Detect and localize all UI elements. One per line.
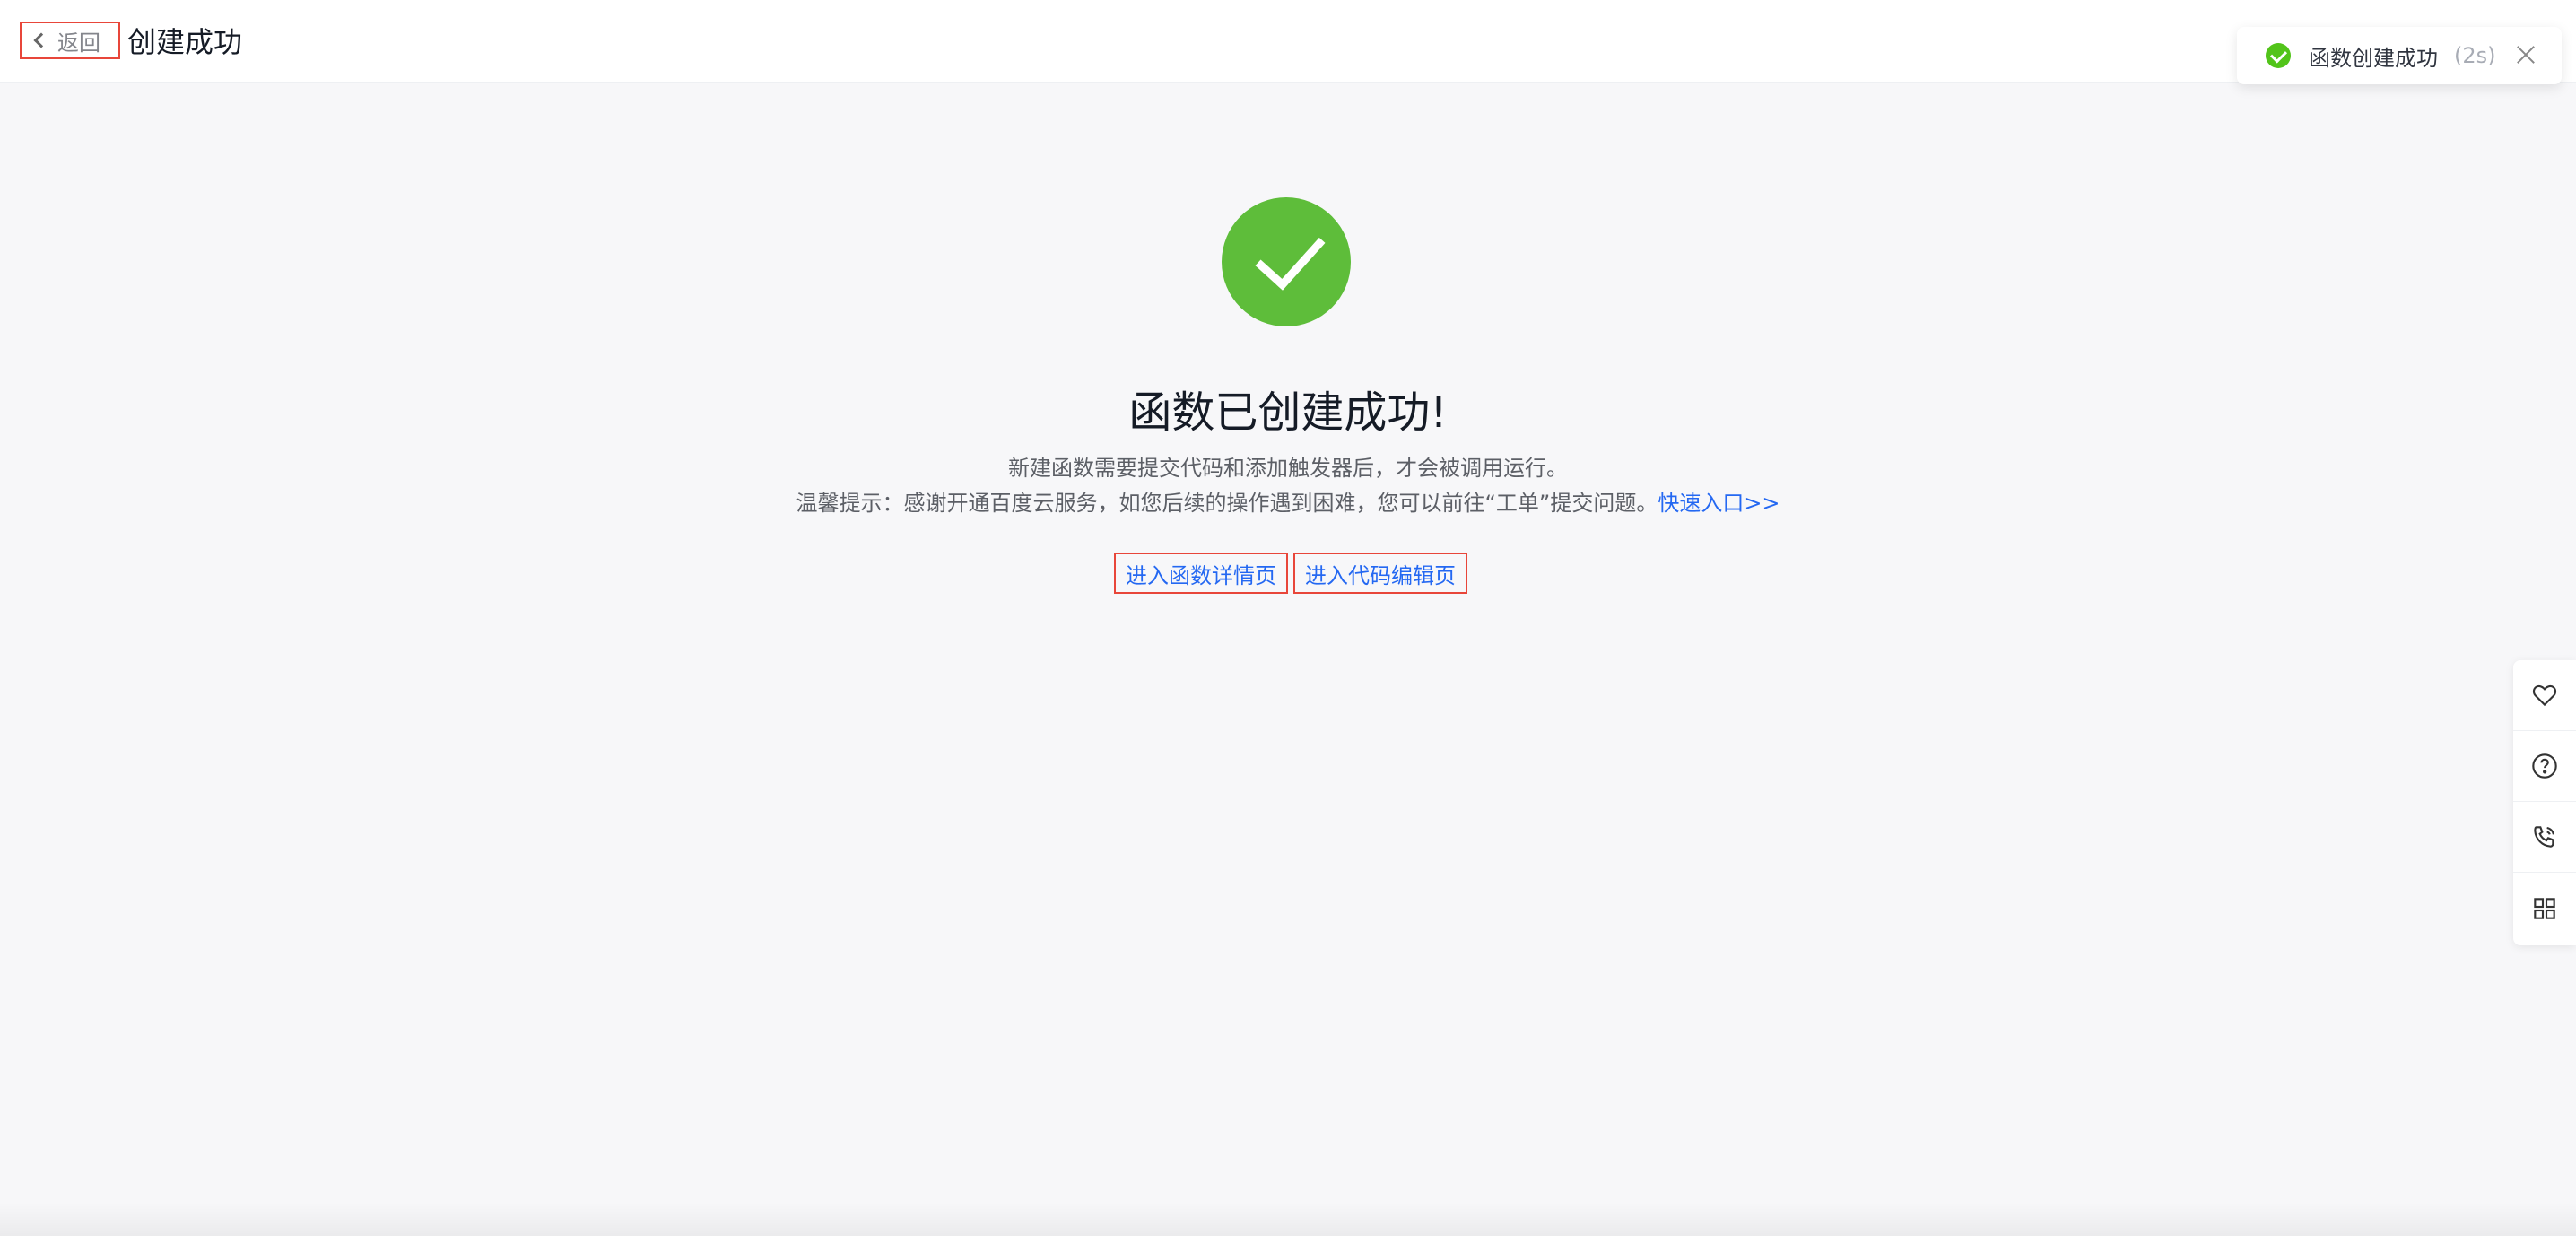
tip-text: 温馨提示：感谢开通百度云服务，如您后续的操作遇到困难，您可以前往“工单”提交问题… — [796, 491, 1658, 516]
page-header: 返回 创建成功 — [0, 0, 2576, 83]
success-description: 新建函数需要提交代码和添加触发器后，才会被调用运行。 — [1008, 456, 1568, 481]
side-item-favorite[interactable] — [2513, 660, 2576, 731]
heart-icon — [2532, 684, 2557, 707]
success-toast: 函数创建成功 (2s) — [2237, 27, 2562, 84]
close-icon[interactable] — [2515, 43, 2537, 65]
success-headline: 函数已创建成功! — [1128, 387, 1448, 438]
side-item-apps[interactable] — [2513, 873, 2576, 944]
function-detail-link[interactable]: 进入函数详情页 — [1114, 553, 1288, 594]
tip-line: 温馨提示：感谢开通百度云服务，如您后续的操作遇到困难，您可以前往“工单”提交问题… — [0, 485, 2576, 517]
toast-message: 函数创建成功 — [2309, 45, 2438, 71]
quick-entry-link[interactable]: 快速入口>> — [1658, 491, 1780, 516]
grid-icon — [2534, 897, 2555, 919]
page-title: 创建成功 — [127, 25, 243, 59]
back-button-label: 返回 — [57, 30, 100, 56]
side-item-help[interactable] — [2513, 731, 2576, 802]
back-button[interactable]: 返回 — [20, 22, 120, 59]
check-circle-icon — [2266, 43, 2291, 68]
chevron-left-icon — [33, 32, 49, 48]
success-check-icon — [1222, 197, 1351, 326]
bottom-edge-shadow — [0, 1202, 2576, 1236]
side-toolbar — [2513, 660, 2576, 945]
help-icon — [2532, 753, 2557, 779]
code-editor-link[interactable]: 进入代码编辑页 — [1293, 553, 1467, 594]
toast-countdown: (2s) — [2454, 43, 2496, 68]
phone-icon — [2534, 826, 2555, 848]
side-item-phone[interactable] — [2513, 802, 2576, 873]
